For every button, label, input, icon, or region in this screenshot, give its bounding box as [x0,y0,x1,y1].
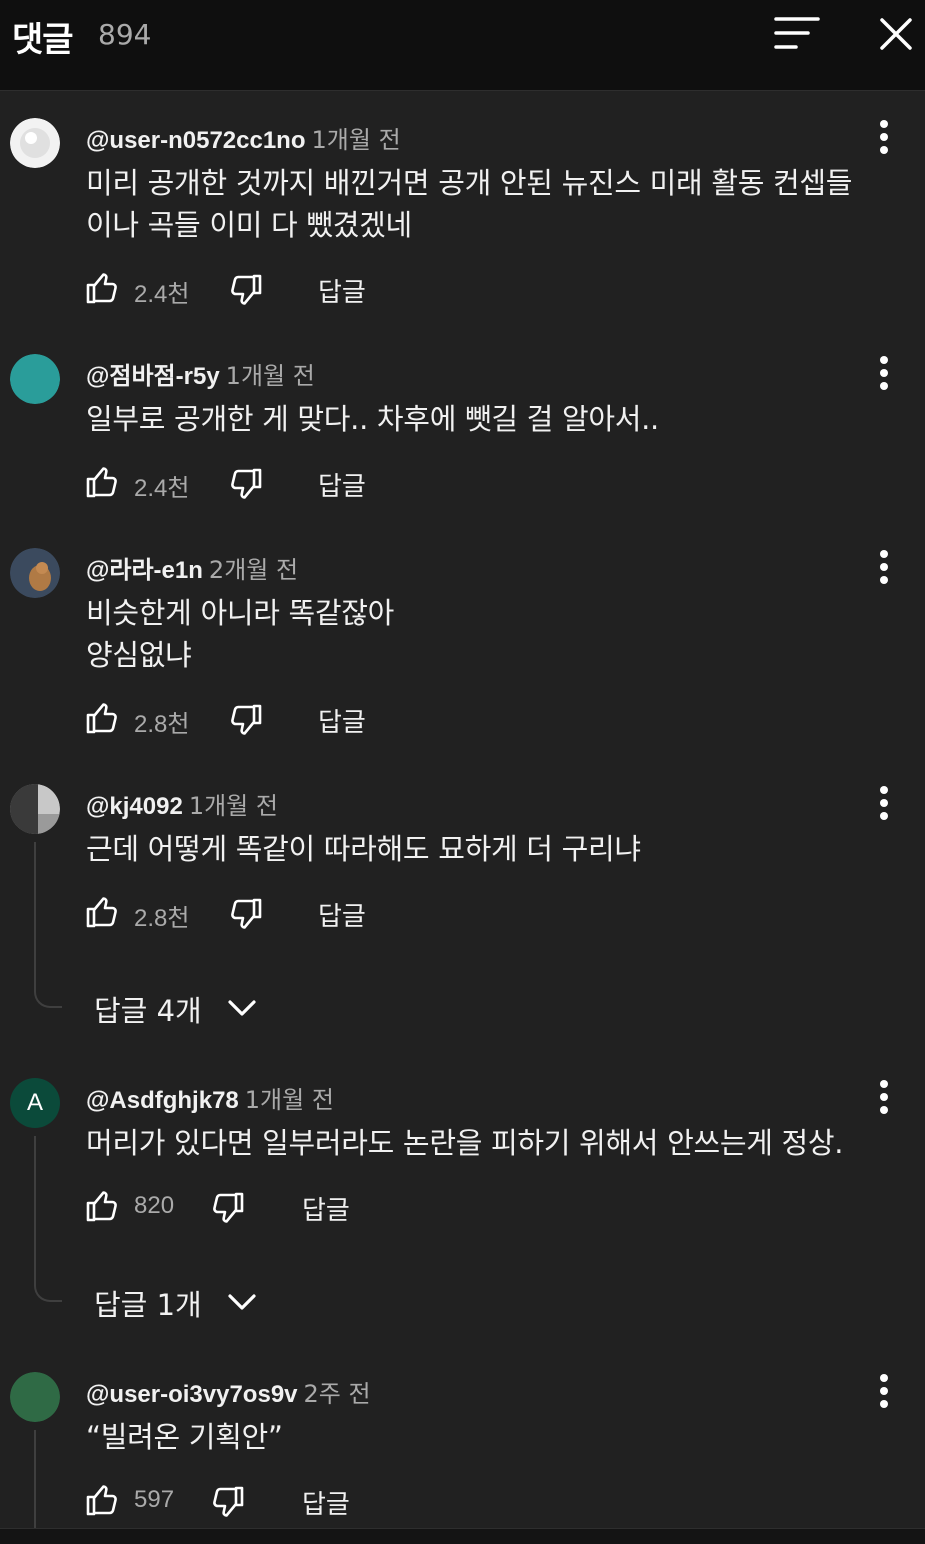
more-options-button[interactable] [862,354,906,398]
comment-author[interactable]: @라라-e1n [86,557,203,584]
more-options-button[interactable] [862,118,906,162]
sort-button[interactable] [772,14,820,54]
comments-header: 댓글 894 [0,0,925,91]
like-button[interactable] [84,270,120,306]
like-count: 2.8천 [134,905,190,932]
comment-time: 1개월 전 [244,1086,334,1114]
more-vert-icon [880,550,888,584]
bottom-bar [0,1528,925,1544]
like-button[interactable] [84,1482,120,1518]
like-button[interactable] [84,464,120,500]
thumb-down-icon [231,468,262,499]
more-vert-icon [880,356,888,390]
close-button[interactable] [872,12,920,56]
thread-line [34,842,62,1008]
thumb-down-icon [213,1486,244,1517]
comment-author[interactable]: @user-oi3vy7os9v [86,1381,298,1408]
view-replies-button[interactable]: 답글 1개 [94,1282,256,1322]
thumb-up-icon [86,1191,117,1222]
avatar[interactable] [10,354,60,404]
like-count: 2.8천 [134,711,190,738]
comment-text: 비슷한게 아니라 똑같잖아 양심없냐 [86,592,906,676]
avatar[interactable] [10,548,60,598]
replies-count-label: 답글 1개 [94,1288,202,1322]
thumb-up-icon [86,467,117,498]
more-options-button[interactable] [862,548,906,592]
dislike-button[interactable] [228,702,264,738]
comment-text-line: 양심없냐 [86,638,192,672]
more-vert-icon [880,1080,888,1114]
comment-time: 2주 전 [303,1380,371,1408]
avatar[interactable] [10,118,60,168]
thumb-up-icon [86,1485,117,1516]
avatar[interactable] [10,784,60,834]
dislike-button[interactable] [210,1190,246,1226]
comment-author[interactable]: @Asdfghjk78 [86,1087,239,1114]
thread-line [34,1430,62,1530]
like-button[interactable] [84,894,120,930]
comment-time: 1개월 전 [311,126,401,154]
comment-text-line: 미리 공개한 것까지 배낀거면 공개 안된 뉴진스 미래 활동 컨셉들 [86,166,853,200]
comments-count: 894 [98,18,152,51]
view-replies-button[interactable]: 답글 4개 [94,988,256,1028]
reply-button[interactable]: 답글 [302,1484,350,1521]
like-button[interactable] [84,700,120,736]
comment-author[interactable]: @점바점-r5y [86,363,220,390]
comment-author[interactable]: @user-n0572cc1no [86,127,306,154]
thread-line [34,1136,62,1302]
replies-count-label: 답글 4개 [94,994,202,1028]
like-count: 820 [134,1192,175,1219]
comment-text-line: 일부로 공개한 게 맞다.. 차후에 뺏길 걸 알아서.. [86,402,659,436]
dislike-button[interactable] [210,1484,246,1520]
thumb-down-icon [231,274,262,305]
avatar-letter: A [26,1089,43,1116]
like-button[interactable] [84,1188,120,1224]
like-count: 2.4천 [134,281,190,308]
comment-text: 미리 공개한 것까지 배낀거면 공개 안된 뉴진스 미래 활동 컨셉들 이나 곡… [86,162,906,246]
thumb-up-icon [86,897,117,928]
dislike-button[interactable] [228,466,264,502]
more-vert-icon [880,1374,888,1408]
comment-time: 2개월 전 [208,556,299,584]
thumb-down-icon [231,898,262,929]
comment-text-line: 근데 어떻게 똑같이 따라해도 묘하게 더 구리냐 [86,832,641,866]
comments-title: 댓글 [12,20,74,60]
more-options-button[interactable] [862,1372,906,1416]
comment-text: 일부로 공개한 게 맞다.. 차후에 뺏길 걸 알아서.. [86,398,906,440]
more-options-button[interactable] [862,784,906,828]
thumb-down-icon [213,1192,244,1223]
reply-button[interactable]: 답글 [318,466,366,503]
dislike-button[interactable] [228,272,264,308]
thumb-down-icon [231,704,262,735]
chevron-down-icon [226,992,258,1024]
reply-button[interactable]: 답글 [318,702,366,739]
comment-time: 1개월 전 [188,792,278,820]
comment-text: 머리가 있다면 일부러라도 논란을 피하기 위해서 안쓰는게 정상. [86,1122,906,1164]
comment-author[interactable]: @kj4092 [86,793,183,820]
comment-text-line: 머리가 있다면 일부러라도 논란을 피하기 위해서 안쓰는게 정상. [86,1126,844,1160]
thumb-up-icon [86,703,117,734]
sort-icon [774,17,820,49]
dislike-button[interactable] [228,896,264,932]
more-vert-icon [880,120,888,154]
reply-button[interactable]: 답글 [318,896,366,933]
reply-button[interactable]: 답글 [302,1190,350,1227]
avatar[interactable]: A [10,1078,60,1128]
comment-text: 근데 어떻게 똑같이 따라해도 묘하게 더 구리냐 [86,828,906,870]
comment-text-line: “빌려온 기획안” [86,1420,283,1454]
more-options-button[interactable] [862,1078,906,1122]
avatar[interactable] [10,1372,60,1422]
comment-text-line: 비슷한게 아니라 똑같잖아 [86,596,395,630]
more-vert-icon [880,786,888,820]
comment-text-line: 이나 곡들 이미 다 뺐겼겠네 [86,208,412,242]
like-count: 597 [134,1486,175,1513]
like-count: 2.4천 [134,475,190,502]
reply-button[interactable]: 답글 [318,272,366,309]
close-icon [880,18,912,50]
comment-time: 1개월 전 [225,362,315,390]
comment-text: “빌려온 기획안” [86,1416,906,1458]
thumb-up-icon [86,273,117,304]
chevron-down-icon [226,1286,258,1318]
